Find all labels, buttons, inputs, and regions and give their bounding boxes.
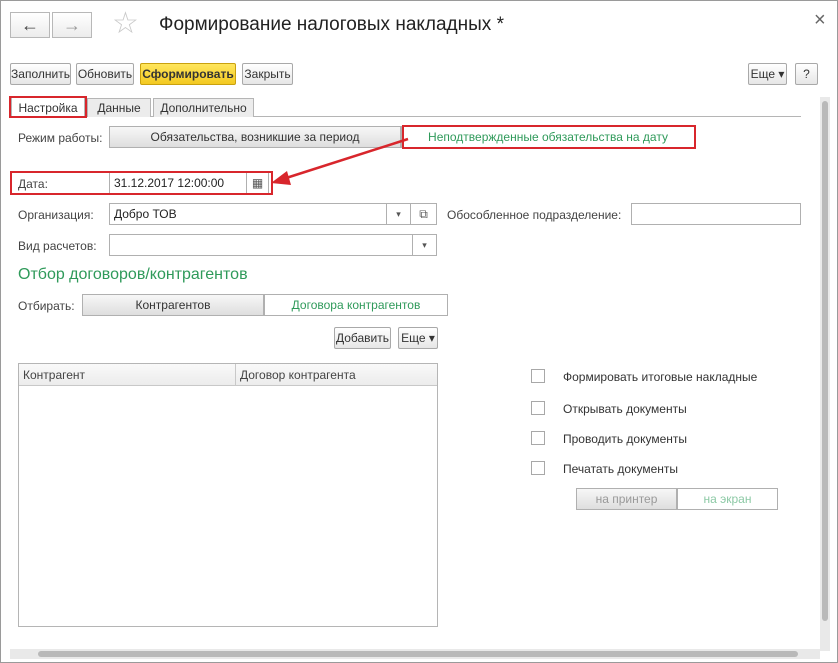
horizontal-scrollbar[interactable]	[10, 649, 820, 659]
fill-button[interactable]: Заполнить	[10, 63, 71, 85]
window-title: Формирование налоговых накладных *	[159, 14, 504, 35]
report-window: ← → ☆ Формирование налоговых накладных *…	[0, 0, 838, 663]
checkbox-summary-invoices-label: Формировать итоговые накладные	[563, 370, 758, 384]
filter-contracts-option[interactable]: Договора контрагентов	[264, 294, 448, 316]
filter-more-button[interactable]: Еще ▾	[398, 327, 438, 349]
org-label: Организация:	[18, 208, 94, 222]
checkbox-print-documents[interactable]	[531, 461, 545, 475]
filter-table[interactable]: Контрагент Договор контрагента	[18, 363, 438, 627]
favorite-star-icon[interactable]: ☆	[112, 7, 139, 41]
org-field[interactable]: Добро ТОВ	[109, 203, 387, 225]
mode-highlight-box	[402, 125, 696, 149]
checkbox-print-documents-label: Печатать документы	[563, 462, 679, 476]
arrow-right-icon: →	[63, 14, 81, 35]
checkbox-open-documents[interactable]	[531, 401, 545, 415]
refresh-button[interactable]: Обновить	[76, 63, 134, 85]
annotation-arrow	[271, 137, 409, 185]
filter-select-label: Отбирать:	[18, 299, 75, 313]
column-header-contract[interactable]: Договор контрагента	[236, 364, 437, 385]
back-button[interactable]: ←	[10, 12, 50, 38]
table-header: Контрагент Договор контрагента	[19, 364, 437, 386]
vertical-scrollbar-thumb[interactable]	[822, 101, 828, 621]
print-to-screen-option[interactable]: на экран	[677, 488, 778, 510]
checkbox-summary-invoices[interactable]	[531, 369, 545, 383]
checkbox-open-documents-label: Открывать документы	[563, 402, 687, 416]
open-icon[interactable]: ⧉	[411, 203, 437, 225]
checkbox-post-documents-label: Проводить документы	[563, 432, 688, 446]
close-button[interactable]: Закрыть	[242, 63, 293, 85]
filter-section-title: Отбор договоров/контрагентов	[18, 266, 248, 283]
close-icon[interactable]: ×	[814, 9, 826, 32]
tab-highlight-box	[9, 96, 87, 118]
checkbox-post-documents[interactable]	[531, 431, 545, 445]
tab-additional[interactable]: Дополнительно	[153, 98, 254, 117]
more-button[interactable]: Еще ▾	[748, 63, 787, 85]
filter-counterparties-option[interactable]: Контрагентов	[82, 294, 264, 316]
subdivision-label: Обособленное подразделение:	[447, 208, 622, 222]
print-to-printer-option[interactable]: на принтер	[576, 488, 677, 510]
add-button[interactable]: Добавить	[334, 327, 391, 349]
help-button[interactable]: ?	[795, 63, 818, 85]
chevron-down-icon[interactable]: ▾	[387, 203, 411, 225]
chevron-down-icon[interactable]: ▾	[413, 234, 437, 256]
mode-label: Режим работы:	[18, 131, 103, 145]
date-highlight-box	[10, 171, 273, 195]
generate-button[interactable]: Сформировать	[140, 63, 236, 85]
horizontal-scrollbar-thumb[interactable]	[38, 651, 798, 657]
subdivision-field[interactable]	[631, 203, 801, 225]
calc-type-label: Вид расчетов:	[18, 239, 97, 253]
calc-type-field[interactable]	[109, 234, 413, 256]
forward-button[interactable]: →	[52, 12, 92, 38]
arrow-left-icon: ←	[21, 14, 39, 35]
column-header-counterparty[interactable]: Контрагент	[19, 364, 236, 385]
tab-data[interactable]: Данные	[87, 98, 151, 117]
vertical-scrollbar[interactable]	[820, 97, 830, 651]
